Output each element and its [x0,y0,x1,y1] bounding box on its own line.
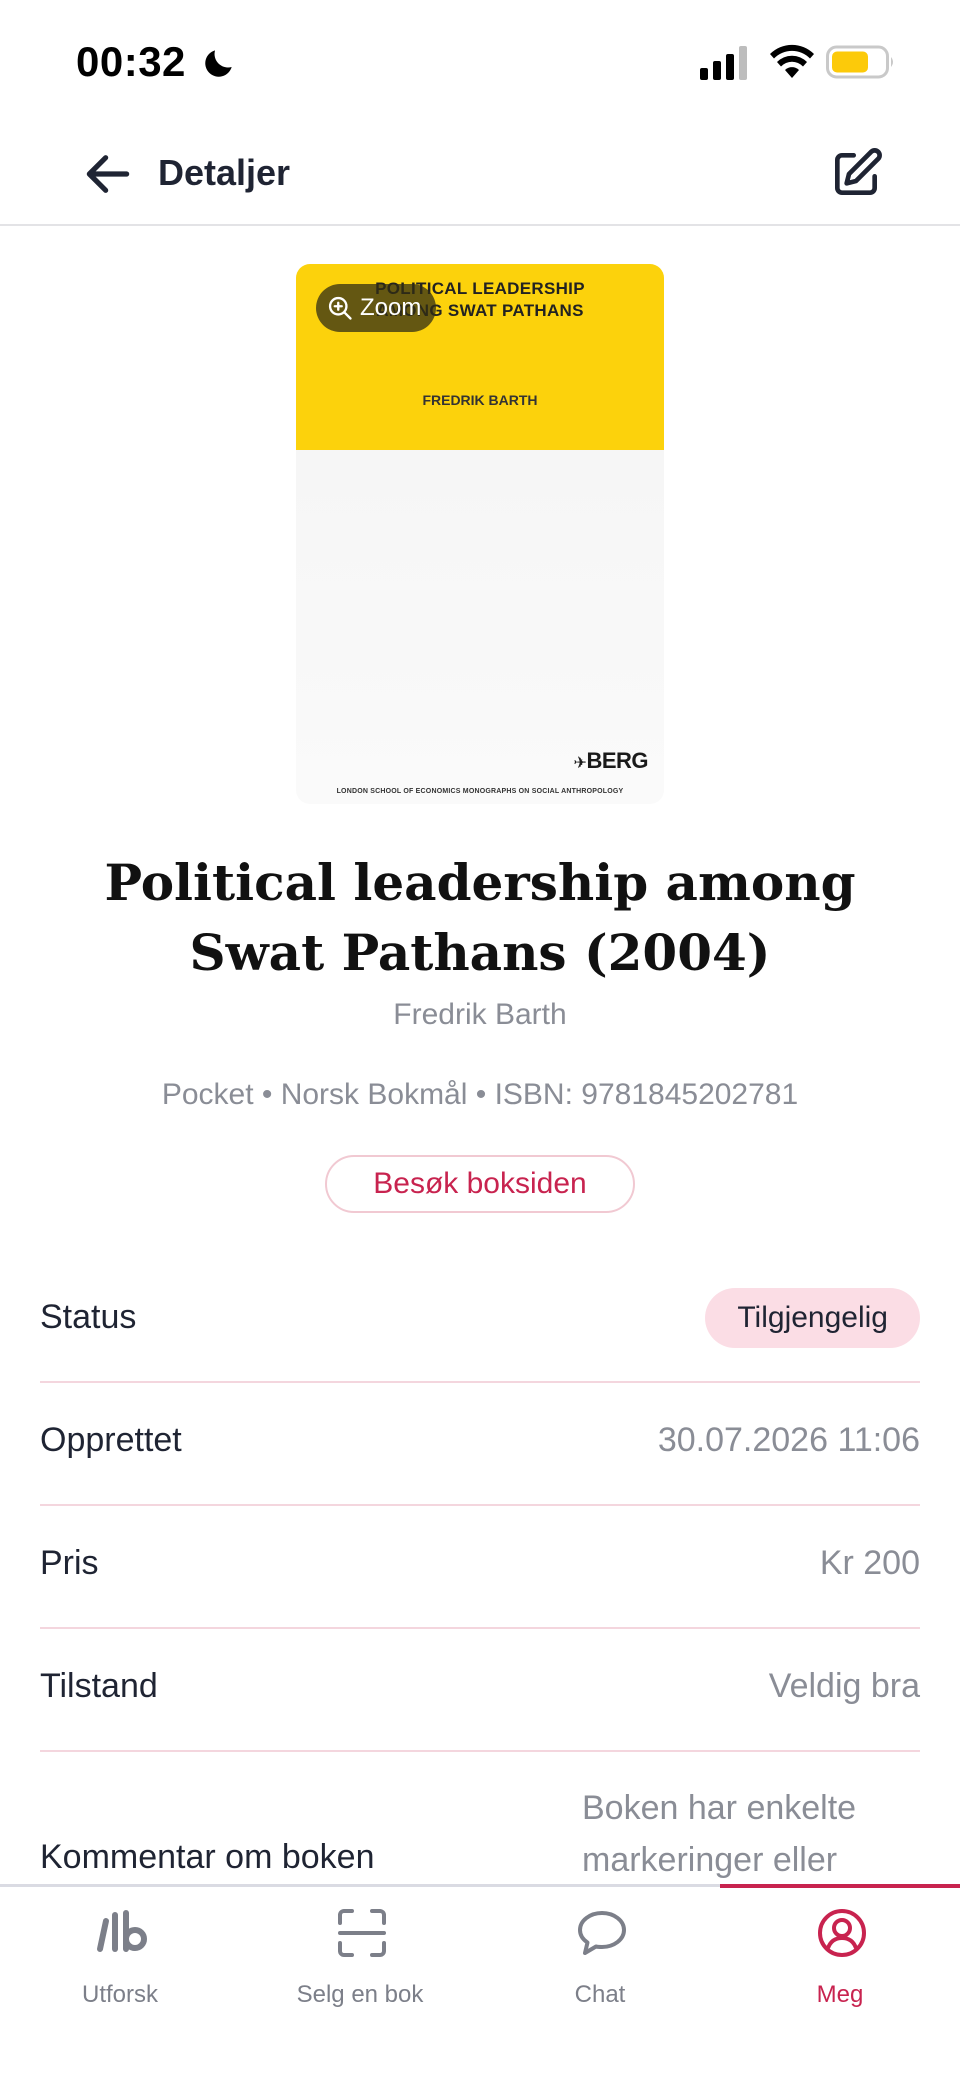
page-title: Detaljer [158,152,291,193]
detail-row-condition: Tilstand Veldig bra [40,1629,920,1752]
wifi-icon [770,44,814,78]
logo-icon [97,1910,148,1952]
detail-row-price: Pris Kr 200 [40,1506,920,1629]
created-label: Opprettet [40,1421,182,1459]
tab-label: Meg [816,1981,864,2008]
back-arrow-icon[interactable] [80,146,136,202]
price-label: Pris [40,1544,99,1582]
cover-series: LONDON SCHOOL OF ECONOMICS MONOGRAPHS ON… [336,788,624,795]
zoom-button[interactable]: Zoom [316,284,436,332]
cover-publisher-logo: ✈BERG [573,748,649,774]
profile-icon [818,1909,866,1957]
tab-utforsk[interactable]: Utforsk [0,1887,240,2027]
edit-icon[interactable] [828,146,884,202]
bottom-tab-bar: Utforsk Selg en bok Chat Meg [0,1884,960,2078]
cellular-signal-icon [700,46,747,80]
visit-book-page-button[interactable]: Besøk boksiden [325,1155,635,1213]
scan-icon [338,1909,386,1957]
chat-icon [578,1911,626,1955]
price-value: Kr 200 [819,1544,920,1582]
status-bar: 00:32 [0,0,960,120]
header: Detaljer [0,120,960,226]
cover-author: FREDRIK BARTH [422,392,538,408]
status-time: 00:32 [76,38,186,85]
book-author: Fredrik Barth [393,998,567,1031]
zoom-label: Zoom [360,294,422,321]
book-title: Political leadership among Swat Pathans … [104,853,856,982]
condition-value: Veldig bra [768,1667,920,1705]
publisher-mark-icon: ✈ [573,755,587,772]
moon-icon [205,50,232,77]
tab-selg-en-bok[interactable]: Selg en bok [240,1887,480,2027]
tab-label: Selg en bok [296,1981,424,2008]
status-label: Status [40,1298,137,1336]
condition-label: Tilstand [40,1667,158,1705]
book-meta: Pocket • Norsk Bokmål • ISBN: 9781845202… [161,1078,799,1111]
battery-icon [826,45,893,79]
comment-value: Boken har enkelte markeringer eller [582,1789,857,1879]
tab-meg[interactable]: Meg [720,1887,960,2027]
cover-publisher-name: BERG [586,748,648,773]
status-badge: Tilgjengelig [705,1288,920,1348]
tab-label: Utforsk [81,1981,158,2008]
created-value: 30.07.2026 11:06 [657,1421,920,1459]
tab-chat[interactable]: Chat [480,1887,720,2027]
tab-label: Chat [574,1981,626,2008]
details-list: Status Tilgjengelig Opprettet 30.07.2026… [40,1260,920,1912]
zoom-in-icon [328,296,352,320]
detail-row-created: Opprettet 30.07.2026 11:06 [40,1383,920,1506]
detail-row-status: Status Tilgjengelig [40,1260,920,1383]
comment-label: Kommentar om boken [40,1838,375,1876]
book-cover-image[interactable]: POLITICAL LEADERSHIP AMONG SWAT PATHANS … [296,264,664,804]
